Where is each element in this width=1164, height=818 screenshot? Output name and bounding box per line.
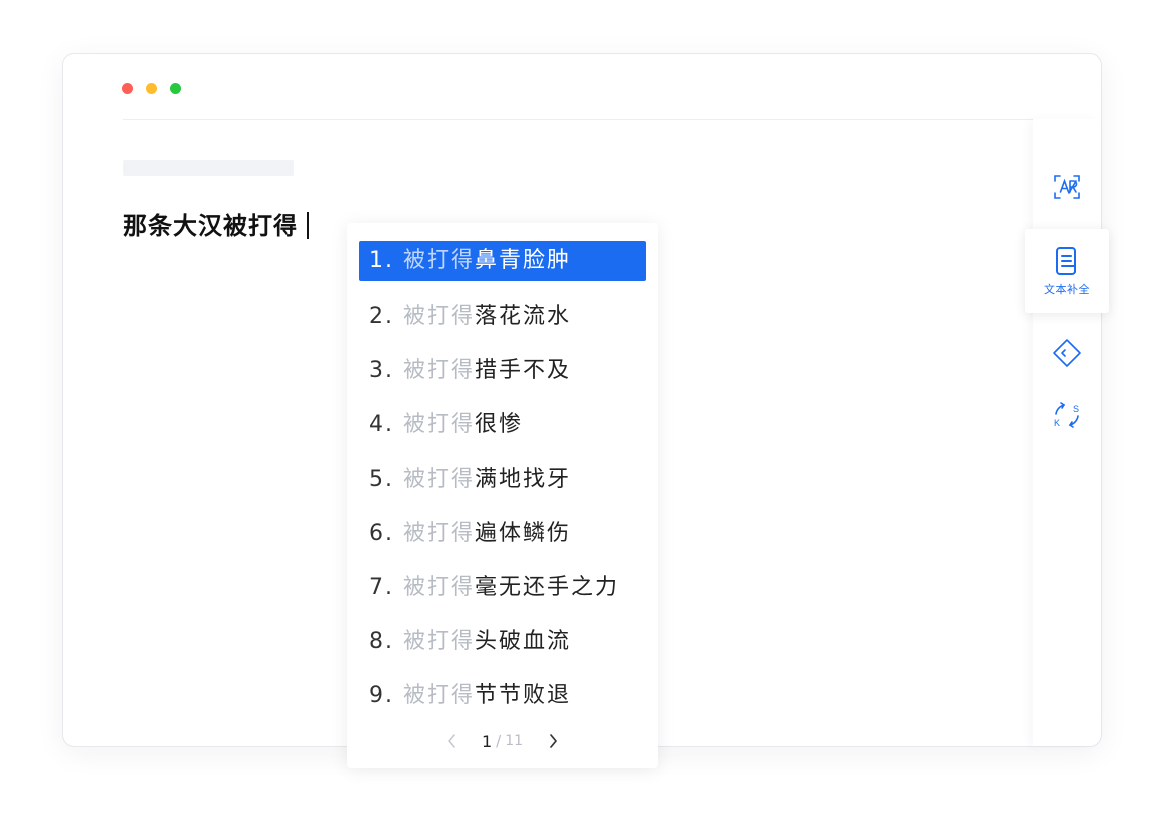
suggestion-number: 1. xyxy=(369,248,394,273)
tag-tool-button[interactable] xyxy=(1033,331,1101,375)
suggestion-completion: 很惨 xyxy=(475,412,524,437)
chevron-right-icon xyxy=(550,734,557,748)
suggestion-prefix: 被打得 xyxy=(403,629,476,654)
suggestion-completion: 遍体鳞伤 xyxy=(475,521,572,546)
suggestion-prefix: 被打得 xyxy=(403,683,476,708)
suggestion-item-5[interactable]: 5. 被打得满地找牙 xyxy=(359,459,646,501)
chevron-left-icon xyxy=(448,734,455,748)
suggestion-prefix: 被打得 xyxy=(403,521,476,546)
prev-page-button[interactable] xyxy=(440,729,464,753)
suggestion-item-9[interactable]: 9. 被打得节节败退 xyxy=(359,675,646,717)
suggestion-number: 7. xyxy=(369,575,394,600)
suggestion-prefix: 被打得 xyxy=(403,467,476,492)
suggestion-number: 8. xyxy=(369,629,394,654)
suggestion-completion: 措手不及 xyxy=(475,358,572,383)
editor-text: 那条大汉被打得 xyxy=(123,212,298,240)
suggestion-pager: 1 / 11 xyxy=(347,723,658,759)
text-caret xyxy=(307,212,309,239)
completion-suggestions-popup: 1. 被打得鼻青脸肿 2. 被打得落花流水 3. 被打得措手不及 4. 被打得很… xyxy=(347,223,658,768)
current-page: 1 xyxy=(481,731,493,751)
suggestion-number: 9. xyxy=(369,683,394,708)
suggestion-prefix: 被打得 xyxy=(403,358,476,383)
suggestion-prefix: 被打得 xyxy=(403,304,476,329)
sync-icon: S K xyxy=(1054,402,1079,428)
document-complete-icon xyxy=(1056,246,1076,275)
suggestion-item-4[interactable]: 4. 被打得很惨 xyxy=(359,404,646,446)
suggestion-completion: 鼻青脸肿 xyxy=(475,248,572,273)
suggestion-item-3[interactable]: 3. 被打得措手不及 xyxy=(359,350,646,392)
total-pages: 11 xyxy=(505,733,524,749)
editor-content[interactable]: 那条大汉被打得 xyxy=(123,208,309,244)
svg-text:K: K xyxy=(1054,418,1060,428)
ocr-tool-button[interactable] xyxy=(1033,167,1101,207)
tool-sidebar: 文本补全 S K xyxy=(1025,119,1109,746)
suggestion-number: 6. xyxy=(369,521,394,546)
ocr-scan-icon xyxy=(1054,175,1080,199)
suggestion-number: 5. xyxy=(369,467,394,492)
suggestion-completion: 毫无还手之力 xyxy=(475,575,620,600)
svg-text:S: S xyxy=(1073,404,1079,414)
suggestion-prefix: 被打得 xyxy=(403,575,476,600)
sync-tool-button[interactable]: S K xyxy=(1033,391,1101,439)
suggestion-number: 4. xyxy=(369,412,394,437)
minimize-window-button[interactable] xyxy=(146,83,157,94)
suggestion-number: 2. xyxy=(369,304,394,329)
next-page-button[interactable] xyxy=(541,729,565,753)
suggestion-item-6[interactable]: 6. 被打得遍体鳞伤 xyxy=(359,513,646,555)
suggestion-item-2[interactable]: 2. 被打得落花流水 xyxy=(359,296,646,338)
suggestion-item-7[interactable]: 7. 被打得毫无还手之力 xyxy=(359,567,646,609)
page-separator: / xyxy=(496,732,502,750)
text-completion-label: 文本补全 xyxy=(1044,282,1090,296)
titlebar-divider xyxy=(123,119,1035,120)
suggestion-completion: 节节败退 xyxy=(475,683,572,708)
suggestion-number: 3. xyxy=(369,358,394,383)
suggestion-completion: 满地找牙 xyxy=(475,467,572,492)
suggestion-completion: 头破血流 xyxy=(475,629,572,654)
close-window-button[interactable] xyxy=(122,83,133,94)
suggestion-item-8[interactable]: 8. 被打得头破血流 xyxy=(359,621,646,663)
suggestion-prefix: 被打得 xyxy=(403,412,476,437)
title-placeholder xyxy=(123,160,294,176)
tag-icon xyxy=(1053,339,1081,367)
suggestion-completion: 落花流水 xyxy=(475,304,572,329)
text-completion-tool-button[interactable]: 文本补全 xyxy=(1025,229,1109,313)
suggestion-item-1[interactable]: 1. 被打得鼻青脸肿 xyxy=(359,241,646,281)
suggestion-prefix: 被打得 xyxy=(403,248,476,273)
maximize-window-button[interactable] xyxy=(170,83,181,94)
